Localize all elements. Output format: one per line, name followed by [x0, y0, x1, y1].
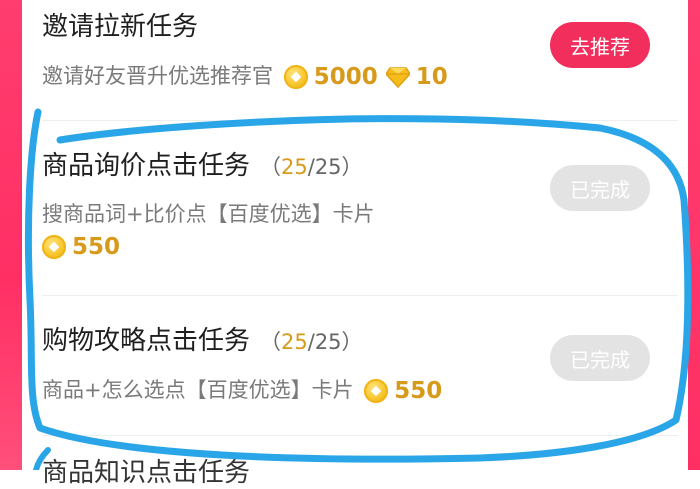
reward-row: 550 — [42, 234, 120, 260]
progress-close: ） — [341, 155, 363, 179]
divider — [42, 295, 678, 296]
recommend-button[interactable]: 去推荐 — [550, 22, 650, 68]
coin-reward-value: 5000 — [313, 64, 378, 90]
progress-close: ） — [341, 330, 363, 354]
left-edge-background — [0, 0, 22, 470]
task-progress: （25/25） — [260, 155, 363, 179]
task-title: 邀请拉新任务 — [42, 12, 199, 42]
coin-reward-value: 550 — [72, 234, 121, 260]
task-description: 商品+怎么选点【百度优选】卡片 550 — [42, 374, 442, 404]
progress-done: 25 — [281, 155, 308, 179]
task-progress: （25/25） — [260, 330, 363, 354]
progress-open: （ — [260, 330, 282, 354]
coin-icon — [283, 65, 308, 89]
task-description-text: 商品+怎么选点【百度优选】卡片 — [42, 378, 354, 402]
task-description-text: 邀请好友晋升优选推荐官 — [42, 64, 273, 88]
progress-done: 25 — [281, 330, 308, 354]
completed-button[interactable]: 已完成 — [550, 335, 650, 381]
progress-total: /25 — [307, 155, 342, 179]
task-description: 搜商品词+比价点【百度优选】卡片 — [42, 202, 375, 226]
completed-button[interactable]: 已完成 — [550, 165, 650, 211]
task-title: 商品询价点击任务 （25/25） — [42, 145, 363, 182]
progress-total: /25 — [307, 330, 342, 354]
reward-group: 550 — [364, 378, 442, 404]
task-title: 购物攻略点击任务 （25/25） — [42, 320, 363, 357]
diamond-reward-value: 10 — [415, 64, 448, 90]
task-title-text: 购物攻略点击任务 — [42, 326, 251, 356]
next-task-title-peek: 商品知识点击任务 — [42, 458, 251, 488]
divider — [42, 435, 678, 436]
coin-icon — [364, 379, 389, 403]
progress-open: （ — [260, 155, 282, 179]
diamond-icon — [384, 66, 411, 89]
task-list-card: 邀请拉新任务 邀请好友晋升优选推荐官 5000 10 去推荐 商品询价点击任务 … — [22, 0, 688, 488]
right-edge-background — [688, 0, 700, 470]
coin-reward-value: 550 — [394, 378, 443, 404]
task-description: 邀请好友晋升优选推荐官 5000 10 — [42, 60, 448, 90]
task-title-text: 商品询价点击任务 — [42, 151, 251, 181]
coin-icon — [42, 235, 66, 259]
reward-row: 5000 10 — [283, 64, 448, 90]
divider — [42, 120, 678, 121]
reward-group: 550 — [42, 234, 120, 260]
